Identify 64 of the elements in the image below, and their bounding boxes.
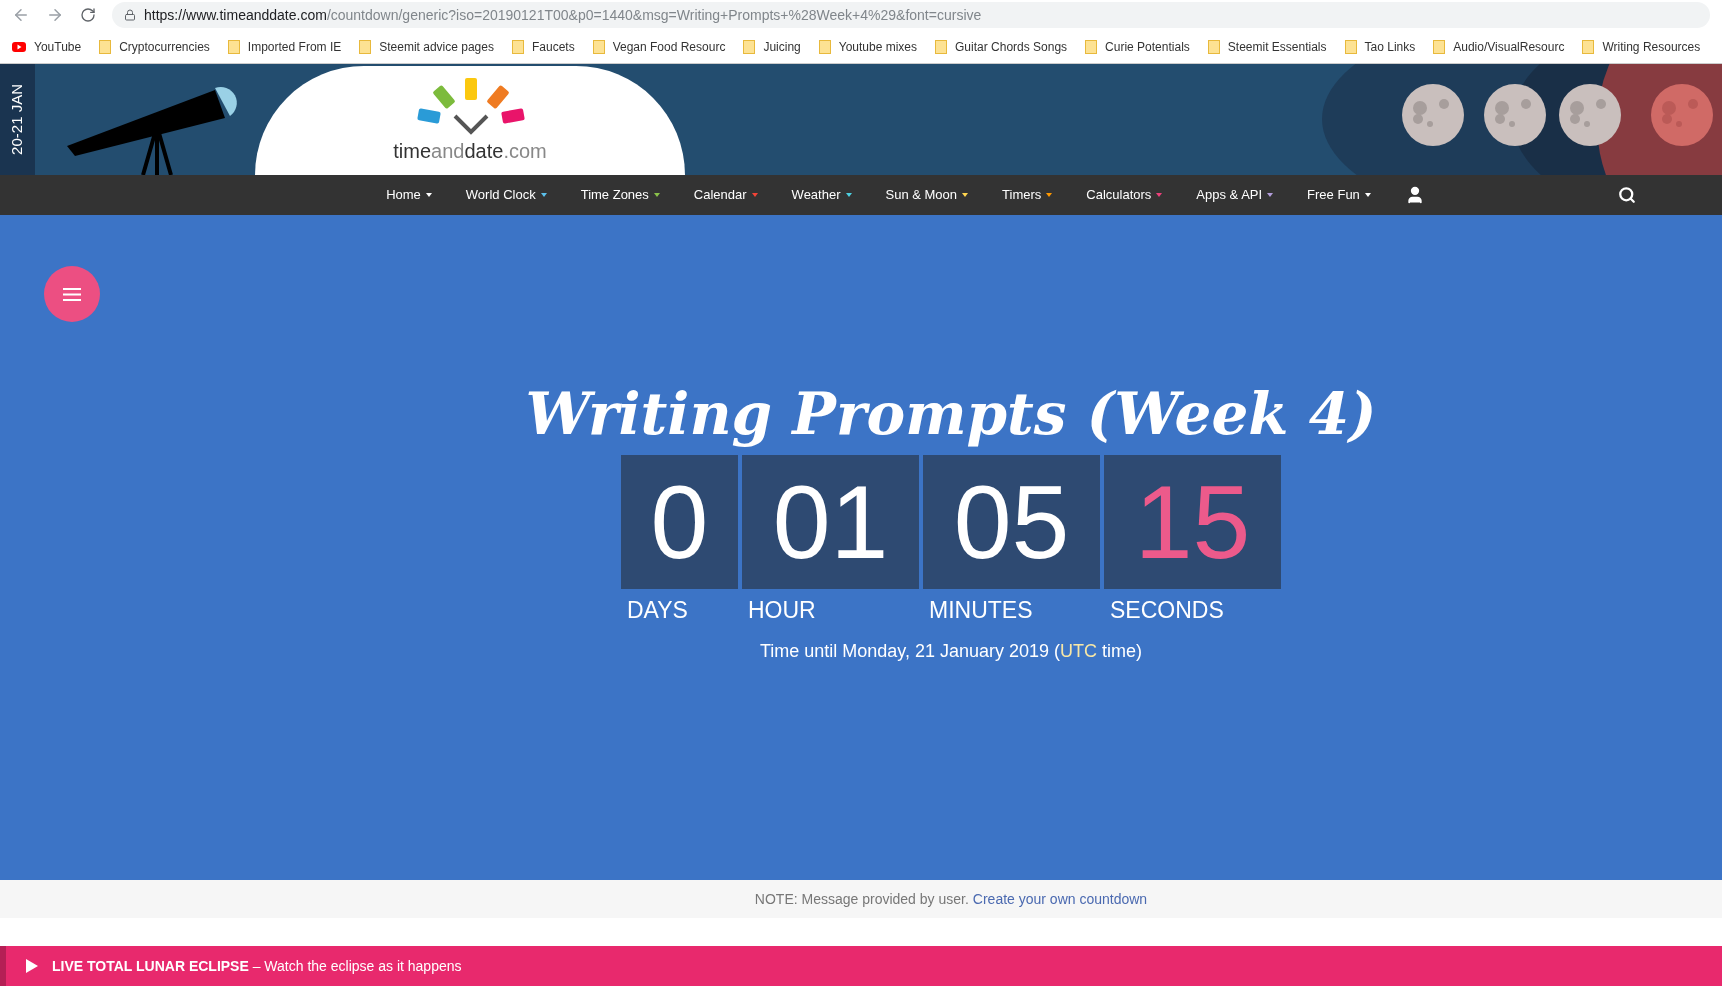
folder-icon [1582, 39, 1595, 54]
nav-link[interactable]: Calendar [693, 185, 747, 205]
bookmark-link[interactable]: Imported From IE [247, 37, 342, 56]
bookmark-link[interactable]: Audio/VisualResourc [1453, 37, 1565, 56]
folder-icon [1085, 39, 1098, 54]
address-bar[interactable]: https://www.timeanddate.com/countdown/generic?iso=20190121T00&p0=1440&msg=Writing+Prompts+%28Week+4%29&font=cursive [112, 2, 1710, 28]
logo-text[interactable]: timeanddate.com [393, 136, 547, 166]
bookmark-link[interactable]: Tao Links [1364, 37, 1416, 56]
play-logo-icon [12, 41, 26, 52]
folder-icon [1207, 39, 1220, 54]
search-icon[interactable] [1617, 186, 1636, 204]
menu-icon [63, 287, 81, 301]
unit-label: DAYS [627, 596, 689, 625]
bookmark-link[interactable]: Steemit Essentials [1227, 37, 1327, 56]
play-icon [26, 959, 38, 973]
url-text: https://www.timeanddate.com/countdown/generic?iso=20190121T00&p0=1440&msg=Writing+Prompts+%28Week+4%29&font=cursive [144, 5, 982, 25]
menu-button[interactable] [44, 266, 100, 322]
countdown-value: 05 [953, 470, 1070, 574]
forward-icon[interactable] [46, 6, 64, 24]
nav-link[interactable]: Sun & Moon [885, 185, 958, 205]
folder-icon [99, 39, 112, 54]
folder-icon [592, 39, 605, 54]
folder-icon [1433, 39, 1446, 54]
nav-link[interactable]: Time Zones [580, 185, 649, 205]
nav-link[interactable]: Free Fun [1307, 185, 1360, 205]
utc-link[interactable]: UTC [1060, 640, 1098, 661]
folder-icon [511, 39, 524, 54]
reload-icon[interactable] [80, 7, 96, 23]
bookmark-link[interactable]: Juicing [763, 37, 801, 56]
folder-icon [1344, 39, 1357, 54]
unit-label: HOUR [748, 596, 817, 625]
nav-link[interactable]: Apps & API [1196, 185, 1263, 205]
eclipse-banner[interactable]: LIVE TOTAL LUNAR ECLIPSE – Watch the eclipse as it happens [0, 946, 1722, 986]
bookmark-link[interactable]: Vegan Food Resourc [612, 37, 726, 56]
eclipse-banner-text: LIVE TOTAL LUNAR ECLIPSE – Watch the eclipse as it happens [52, 956, 462, 976]
countdown-caption: Time until Monday, 21 January 2019 (UTC time) [759, 639, 1143, 663]
date-banner: 20-21 JAN [0, 64, 35, 175]
nav-link[interactable]: World Clock [465, 185, 536, 205]
create-countdown-link[interactable]: Create your own countdown [972, 888, 1148, 910]
folder-icon [743, 39, 756, 54]
bookmark-link[interactable]: Faucets [531, 37, 575, 56]
bookmark-link[interactable]: YouTube [34, 37, 82, 56]
bookmark-link[interactable]: Writing Resources [1602, 37, 1701, 56]
unit-label: MINUTES [929, 596, 1034, 625]
folder-icon [227, 39, 240, 54]
nav-link[interactable]: Calculators [1086, 185, 1152, 205]
bookmark-link[interactable]: Youtube mixes [838, 37, 918, 56]
nav-link[interactable]: Home [386, 185, 421, 205]
folder-icon [359, 39, 372, 54]
back-icon[interactable] [12, 6, 30, 24]
countdown-value: 0 [650, 470, 709, 574]
nav-link[interactable]: Timers [1002, 185, 1042, 205]
folder-icon [818, 39, 831, 54]
unit-label: SECONDS [1110, 596, 1225, 625]
bookmark-link[interactable]: Guitar Chords Songs [955, 37, 1068, 56]
countdown-value: 01 [772, 470, 889, 574]
folder-icon [935, 39, 948, 54]
bookmark-link[interactable]: Steemit advice pages [379, 37, 494, 56]
note-text: NOTE: Message provided by user. [754, 889, 969, 909]
bookmark-link[interactable]: Cryptocurrencies [119, 37, 210, 56]
nav-link[interactable]: Weather [791, 185, 841, 205]
bookmark-link[interactable]: Curie Potentials [1105, 37, 1190, 56]
countdown-value: 15 [1134, 470, 1251, 574]
lock-icon [124, 9, 136, 21]
